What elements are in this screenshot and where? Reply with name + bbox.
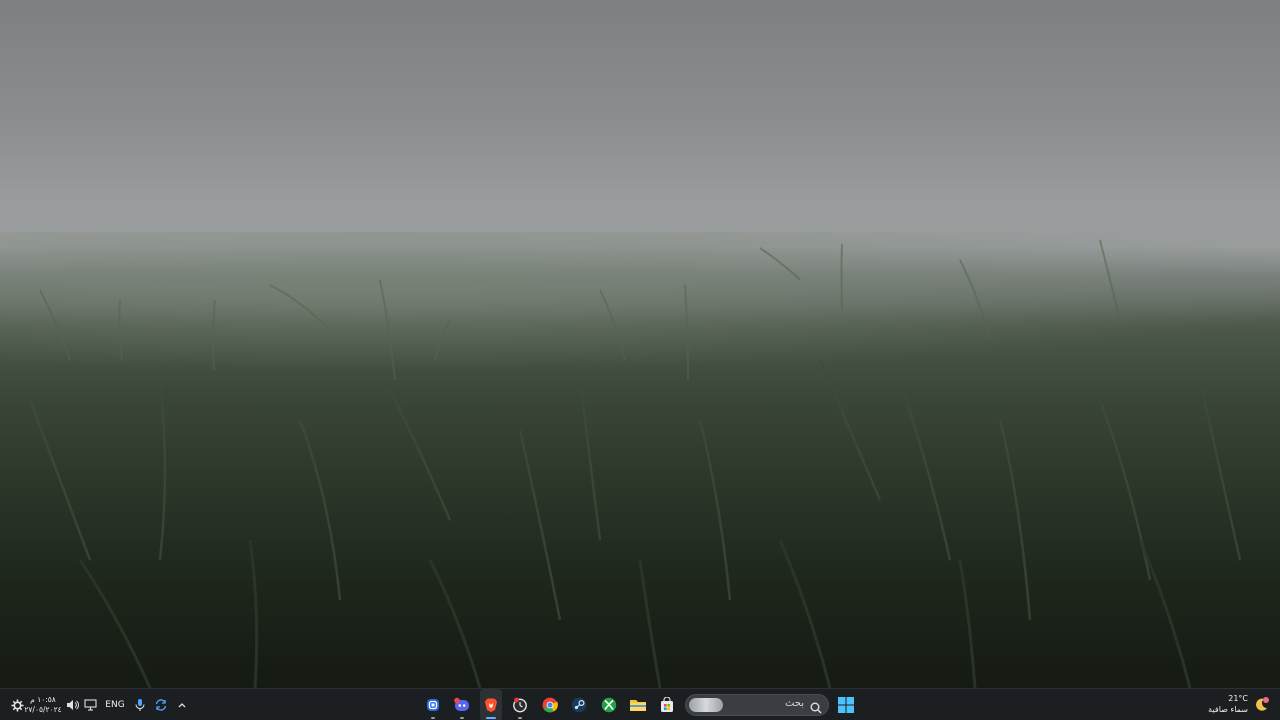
running-indicator xyxy=(518,717,522,719)
volume-icon xyxy=(66,699,79,711)
taskbar-app-file-explorer[interactable] xyxy=(627,689,649,720)
chrome-icon xyxy=(542,697,558,713)
language-label: ENG xyxy=(105,700,125,710)
chevron-up-icon xyxy=(177,700,187,710)
taskbar: 21°C سماء صافية بحث ENG ١٠:٥٨ م ٢٧/٠٥/٢٠… xyxy=(0,688,1280,720)
microphone-icon xyxy=(134,698,146,712)
tray-network-button[interactable] xyxy=(82,689,98,720)
language-indicator[interactable]: ENG xyxy=(103,689,127,720)
search-placeholder: بحث xyxy=(784,698,804,709)
sync-icon xyxy=(154,698,168,712)
clock-icon xyxy=(512,697,528,713)
desktop-wallpaper xyxy=(0,0,1280,688)
copilot-icon xyxy=(425,697,441,713)
settings-gear-icon xyxy=(11,699,24,712)
discord-icon xyxy=(453,697,471,713)
taskbar-app-chrome[interactable] xyxy=(539,689,561,720)
clock-date-label: ٢٧/٠٥/٢٠٢٤ xyxy=(24,705,62,714)
windows-logo-icon xyxy=(838,697,854,713)
running-indicator xyxy=(460,717,464,719)
weather-widget[interactable]: 21°C سماء صافية xyxy=(1205,689,1280,720)
moon-icon xyxy=(1253,697,1269,713)
xbox-icon xyxy=(601,697,617,713)
tray-sync-button[interactable] xyxy=(152,689,170,720)
running-indicator xyxy=(431,717,435,719)
search-highlight-image xyxy=(689,698,723,712)
steam-icon xyxy=(571,697,587,713)
brave-icon xyxy=(483,697,499,713)
search-icon xyxy=(810,699,822,718)
taskbar-app-xbox[interactable] xyxy=(598,689,620,720)
tray-microphone-button[interactable] xyxy=(131,689,149,720)
folder-icon xyxy=(629,697,647,713)
taskbar-app-clock[interactable] xyxy=(509,689,531,720)
clock-time: ١٠:٥٨ م xyxy=(30,695,56,704)
weather-condition: سماء صافية xyxy=(1208,705,1248,714)
taskbar-app-discord[interactable] xyxy=(451,689,473,720)
grass-illustration xyxy=(28,239,1242,688)
start-button[interactable] xyxy=(835,689,857,720)
search-box[interactable]: بحث xyxy=(685,694,829,716)
tray-volume-button[interactable] xyxy=(64,689,80,720)
clock-date[interactable]: ١٠:٥٨ م ٢٧/٠٥/٢٠٢٤ xyxy=(24,689,62,720)
show-hidden-icons-button[interactable] xyxy=(174,689,190,720)
network-icon xyxy=(83,699,97,711)
weather-temperature: 21°C xyxy=(1228,694,1248,703)
taskbar-app-brave[interactable] xyxy=(480,689,502,720)
active-indicator xyxy=(486,717,496,719)
notification-button[interactable] xyxy=(8,689,26,720)
taskbar-app-store[interactable] xyxy=(656,689,678,720)
store-icon xyxy=(659,697,675,713)
taskbar-app-copilot[interactable] xyxy=(422,689,444,720)
taskbar-app-steam[interactable] xyxy=(568,689,590,720)
